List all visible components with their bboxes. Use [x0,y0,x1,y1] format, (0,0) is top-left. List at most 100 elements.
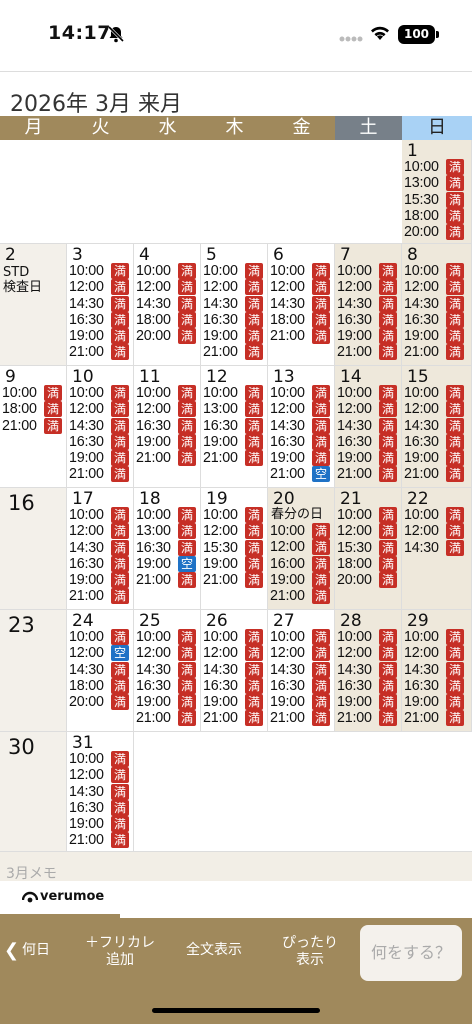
time-slot[interactable]: 14:30 満 [69,539,133,556]
time-slot[interactable]: 10:00 満 [404,263,468,279]
time-slot[interactable]: 10:00 満 [337,507,401,523]
day-cell[interactable]: 8 10:00 満 12:00 満 14:30 満 16:30 満 19:00 満 21:00 満 [402,244,472,366]
time-slot[interactable]: 12:00 満 [337,645,401,662]
time-slot[interactable]: 12:00 満 [136,645,200,662]
day-cell[interactable]: 24 10:00 満 12:00 空 14:30 満 18:00 満 20:00 満 [67,610,134,732]
time-slot[interactable]: 12:00 満 [136,279,200,296]
time-slot[interactable]: 16:30 満 [337,433,401,450]
time-slot[interactable]: 12:00 空 [69,645,133,662]
time-slot[interactable]: 14:30 満 [337,417,401,434]
time-slot[interactable]: 12:00 満 [404,401,468,418]
time-slot[interactable]: 10:00 満 [69,263,133,279]
day-cell[interactable]: 22 10:00 満 12:00 満 14:30 満 [402,488,472,610]
time-slot[interactable]: 21:00 満 [203,572,267,589]
time-slot[interactable]: 21:00 満 [404,466,468,483]
time-slot[interactable]: 12:00 満 [270,401,334,418]
day-cell[interactable]: 17 10:00 満 12:00 満 14:30 満 16:30 満 19:00 満 21:00 満 [67,488,134,610]
time-slot[interactable]: 14:30 満 [337,661,401,678]
time-slot[interactable]: 13:00 満 [404,175,468,192]
time-slot[interactable]: 12:00 満 [69,279,133,296]
time-slot[interactable]: 12:00 満 [404,523,468,540]
time-slot[interactable]: 10:00 満 [404,159,468,175]
time-slot[interactable]: 10:00 満 [69,629,133,645]
day-cell[interactable]: 21 10:00 満 12:00 満 15:30 満 18:00 満 20:00 満 [335,488,402,610]
time-slot[interactable]: 16:30 満 [136,677,200,694]
time-slot[interactable]: 12:00 満 [69,523,133,540]
time-slot[interactable]: 16:30 満 [404,311,468,328]
time-slot[interactable]: 12:00 満 [337,279,401,296]
time-slot[interactable]: 12:00 満 [203,523,267,540]
time-slot[interactable]: 16:30 満 [69,433,133,450]
time-slot[interactable]: 19:00 空 [136,555,200,572]
time-slot[interactable]: 21:00 満 [136,450,200,467]
time-slot[interactable]: 14:30 満 [337,295,401,312]
time-slot[interactable]: 16:30 満 [69,799,133,816]
time-slot[interactable]: 14:30 満 [270,661,334,678]
time-slot[interactable]: 14:30 満 [404,417,468,434]
day-cell[interactable]: 2 STD 検査日 [0,244,67,366]
day-cell[interactable]: 9 10:00 満 18:00 満 21:00 満 [0,366,67,488]
time-slot[interactable]: 13:00 満 [203,401,267,418]
time-slot[interactable]: 21:00 満 [69,344,133,361]
time-slot[interactable]: 10:00 満 [270,263,334,279]
fit-display-button[interactable]: ぴったり 表示 [262,935,358,969]
time-slot[interactable]: 15:30 満 [337,539,401,556]
day-cell[interactable]: 3 10:00 満 12:00 満 14:30 満 16:30 満 19:00 満 21:00 満 [67,244,134,366]
page-title[interactable]: 2026年 3月 来月 [10,86,182,118]
time-slot[interactable]: 19:00 満 [69,572,133,589]
time-slot[interactable]: 10:00 満 [69,751,133,767]
time-slot[interactable]: 10:00 満 [69,385,133,401]
day-cell[interactable]: 28 10:00 満 12:00 満 14:30 満 16:30 満 19:00 満 21:00 満 [335,610,402,732]
time-slot[interactable]: 19:00 満 [270,450,334,467]
day-cell[interactable]: 25 10:00 満 12:00 満 14:30 満 16:30 満 19:00 満 21:00 満 [134,610,201,732]
time-slot[interactable]: 19:00 満 [270,571,334,588]
time-slot[interactable]: 21:00 満 [404,344,468,361]
time-slot[interactable]: 21:00 空 [270,466,334,483]
time-slot[interactable]: 18:00 満 [337,555,401,572]
time-slot[interactable]: 16:30 満 [69,555,133,572]
time-slot[interactable]: 16:30 満 [404,433,468,450]
time-slot[interactable]: 16:30 満 [270,677,334,694]
time-slot[interactable]: 10:00 満 [136,385,200,401]
day-cell[interactable]: 18 10:00 満 13:00 満 16:30 満 19:00 空 21:00 満 [134,488,201,610]
day-cell[interactable]: 16 [0,488,67,610]
time-slot[interactable]: 10:00 満 [404,385,468,401]
time-slot[interactable]: 19:00 満 [203,694,267,711]
time-slot[interactable]: 21:00 満 [69,832,133,849]
time-slot[interactable]: 18:00 満 [404,207,468,224]
day-cell[interactable]: 26 10:00 満 12:00 満 14:30 満 16:30 満 19:00 満 21:00 満 [201,610,268,732]
time-slot[interactable]: 14:30 満 [69,661,133,678]
time-slot[interactable]: 16:30 満 [136,417,200,434]
time-slot[interactable]: 10:00 満 [270,629,334,645]
time-slot[interactable]: 14:30 満 [69,783,133,800]
time-slot[interactable]: 20:00 満 [337,572,401,589]
time-slot[interactable]: 21:00 満 [69,588,133,605]
time-slot[interactable]: 19:00 満 [69,450,133,467]
time-slot[interactable]: 14:30 満 [404,295,468,312]
time-slot[interactable]: 16:30 満 [337,311,401,328]
time-slot[interactable]: 12:00 満 [69,767,133,784]
time-slot[interactable]: 13:00 満 [136,523,200,540]
day-cell[interactable]: 15 10:00 満 12:00 満 14:30 満 16:30 満 19:00 満 21:00 満 [402,366,472,488]
add-furigana-button[interactable]: ＋フリカレ 追加 [78,935,162,969]
time-slot[interactable]: 19:00 満 [337,328,401,345]
day-cell[interactable]: 13 10:00 満 12:00 満 14:30 満 16:30 満 19:00 満 21:00 空 [268,366,335,488]
day-cell[interactable]: 12 10:00 満 13:00 満 16:30 満 19:00 満 21:00 満 [201,366,268,488]
time-slot[interactable]: 16:30 満 [203,311,267,328]
time-slot[interactable]: 10:00 満 [203,507,267,523]
time-slot[interactable]: 19:00 満 [404,450,468,467]
time-slot[interactable]: 19:00 満 [404,328,468,345]
time-slot[interactable]: 21:00 満 [203,710,267,727]
time-slot[interactable]: 10:00 満 [270,385,334,401]
time-slot[interactable]: 19:00 満 [136,433,200,450]
time-slot[interactable]: 21:00 満 [404,710,468,727]
day-cell[interactable]: 31 10:00 満 12:00 満 14:30 満 16:30 満 19:00 満 21:00 満 [67,732,134,852]
time-slot[interactable]: 16:00 満 [270,555,334,572]
time-slot[interactable]: 19:00 満 [69,328,133,345]
time-slot[interactable]: 19:00 満 [337,450,401,467]
time-slot[interactable]: 21:00 満 [136,710,200,727]
time-slot[interactable]: 21:00 満 [270,588,334,605]
memo-section[interactable]: 3月メモ [0,851,472,882]
time-slot[interactable]: 12:00 満 [69,401,133,418]
time-slot[interactable]: 12:00 満 [136,401,200,418]
